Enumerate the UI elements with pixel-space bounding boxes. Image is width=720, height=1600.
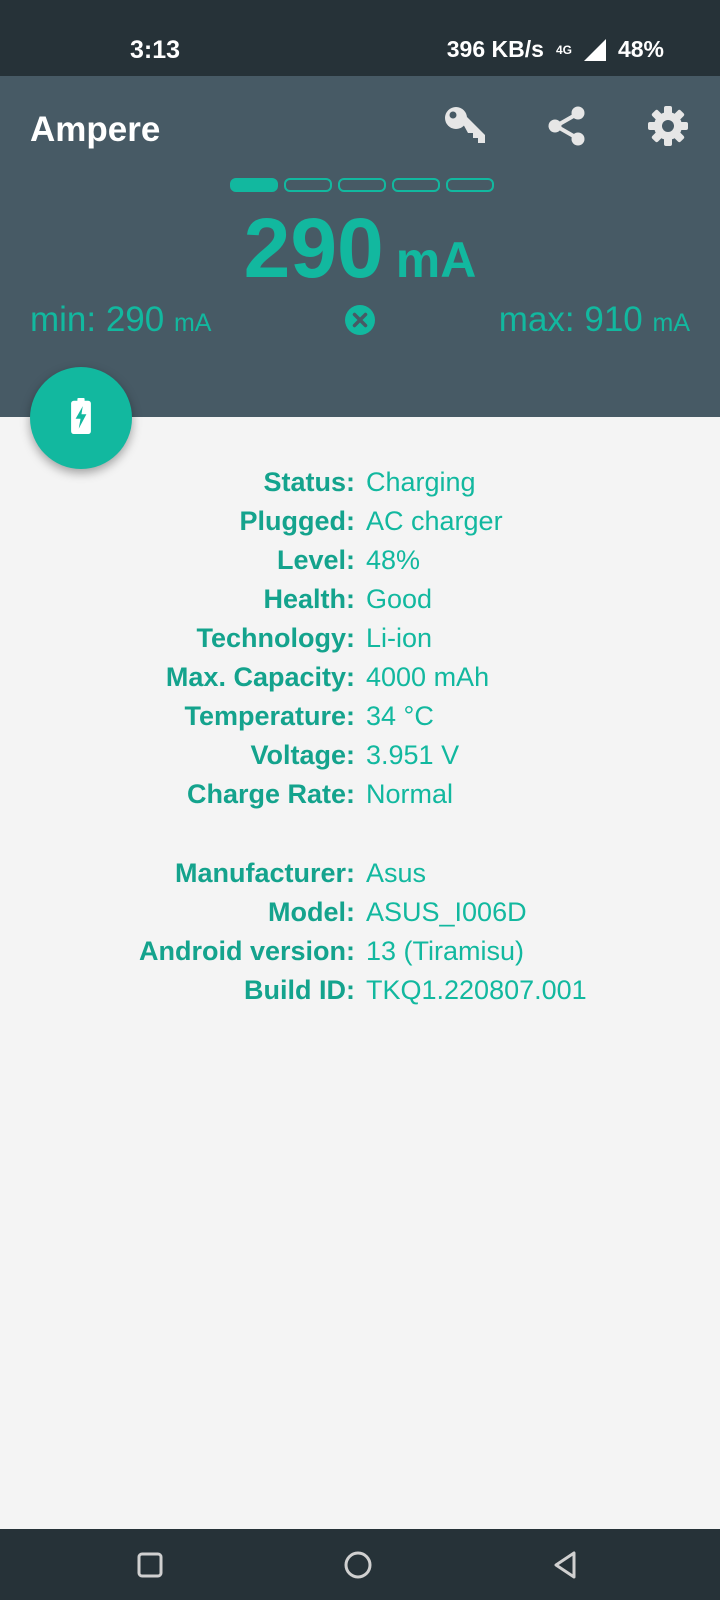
battery-info-row: Plugged: AC charger (0, 502, 720, 541)
navigation-bar (0, 1529, 720, 1600)
share-icon[interactable] (543, 102, 591, 150)
info-value: 34 °C (366, 701, 434, 731)
info-label: Technology: (196, 623, 356, 653)
info-value: ASUS_I006D (366, 897, 527, 927)
max-value: max: 910 (498, 300, 643, 339)
device-info-row: Android version: 13 (Tiramisu) (0, 932, 720, 971)
info-value: Li-ion (366, 623, 433, 653)
info-label: Status: (263, 467, 355, 497)
recents-button[interactable] (132, 1547, 168, 1583)
battery-info-row: Technology: Li-ion (0, 619, 720, 658)
battery-info-row: Status: Charging (0, 463, 720, 502)
min-reading: min: 290 mA (30, 300, 211, 340)
info-value: Good (366, 584, 433, 614)
battery-info-list: Status: Charging Plugged: AC charger Level: 4… (0, 463, 720, 1010)
network-speed: 396 KB/s (446, 36, 544, 62)
info-value: Normal (366, 779, 454, 809)
battery-info-row: Max. Capacity: 4000 mAh (0, 658, 720, 697)
info-label: Max. Capacity: (165, 662, 355, 692)
current-unit: mA (395, 232, 477, 288)
reset-icon[interactable] (344, 304, 376, 336)
info-value: 3.951 V (366, 740, 460, 770)
header-panel: Ampere 290 mA min: 290 mA max: 910 mA (0, 76, 720, 417)
battery-fab[interactable] (30, 367, 132, 469)
battery-info-row: Level: 48% (0, 541, 720, 580)
info-label: Temperature: (184, 701, 355, 731)
info-label: Model: (268, 897, 355, 927)
current-reading: 290 mA (0, 200, 720, 297)
battery-charging-icon (70, 397, 92, 439)
key-icon[interactable] (440, 102, 488, 150)
page-dot[interactable] (446, 178, 494, 192)
info-value: 4000 mAh (366, 662, 490, 692)
battery-percent: 48% (617, 36, 664, 62)
info-value: Charging (366, 467, 476, 497)
battery-info-row: Charge Rate: Normal (0, 775, 720, 814)
settings-icon[interactable] (644, 102, 692, 150)
device-info-row: Model: ASUS_I006D (0, 893, 720, 932)
page-dot[interactable] (338, 178, 386, 192)
status-time: 3:13 (130, 36, 181, 64)
info-label: Charge Rate: (186, 779, 355, 809)
min-value: min: 290 (30, 300, 165, 339)
info-label: Voltage: (250, 740, 355, 770)
max-unit: mA (652, 309, 691, 337)
info-label: Plugged: (239, 506, 356, 536)
info-label: Level: (276, 545, 355, 575)
info-label: Health: (263, 584, 355, 614)
device-info-row: Manufacturer: Asus (0, 854, 720, 893)
info-value: Asus (366, 858, 427, 888)
info-value: 13 (Tiramisu) (366, 936, 525, 966)
battery-info-row: Health: Good (0, 580, 720, 619)
info-label: Build ID: (244, 975, 355, 1005)
battery-info-row: Temperature: 34 °C (0, 697, 720, 736)
page-dot[interactable] (230, 178, 278, 192)
status-indicators: 396 KB/s 4G 48% (447, 36, 664, 63)
info-value: TKQ1.220807.001 (366, 975, 587, 1005)
current-value: 290 (243, 201, 384, 295)
back-button[interactable] (548, 1547, 584, 1583)
info-label: Android version: (138, 936, 355, 966)
info-value: AC charger (366, 506, 503, 536)
status-bar: 3:13 396 KB/s 4G 48% (0, 0, 720, 76)
max-reading: max: 910 mA (499, 300, 690, 340)
page-indicator (230, 178, 500, 192)
info-label: Manufacturer: (174, 858, 355, 888)
network-type: 4G (555, 42, 572, 57)
page-dot[interactable] (392, 178, 440, 192)
info-value: 48% (366, 545, 421, 575)
battery-info-row: Voltage: 3.951 V (0, 736, 720, 775)
page-dot[interactable] (284, 178, 332, 192)
app-title: Ampere (30, 110, 161, 149)
device-info-row: Build ID: TKQ1.220807.001 (0, 971, 720, 1010)
min-unit: mA (173, 309, 212, 337)
signal-icon (582, 37, 608, 63)
home-button[interactable] (340, 1547, 376, 1583)
